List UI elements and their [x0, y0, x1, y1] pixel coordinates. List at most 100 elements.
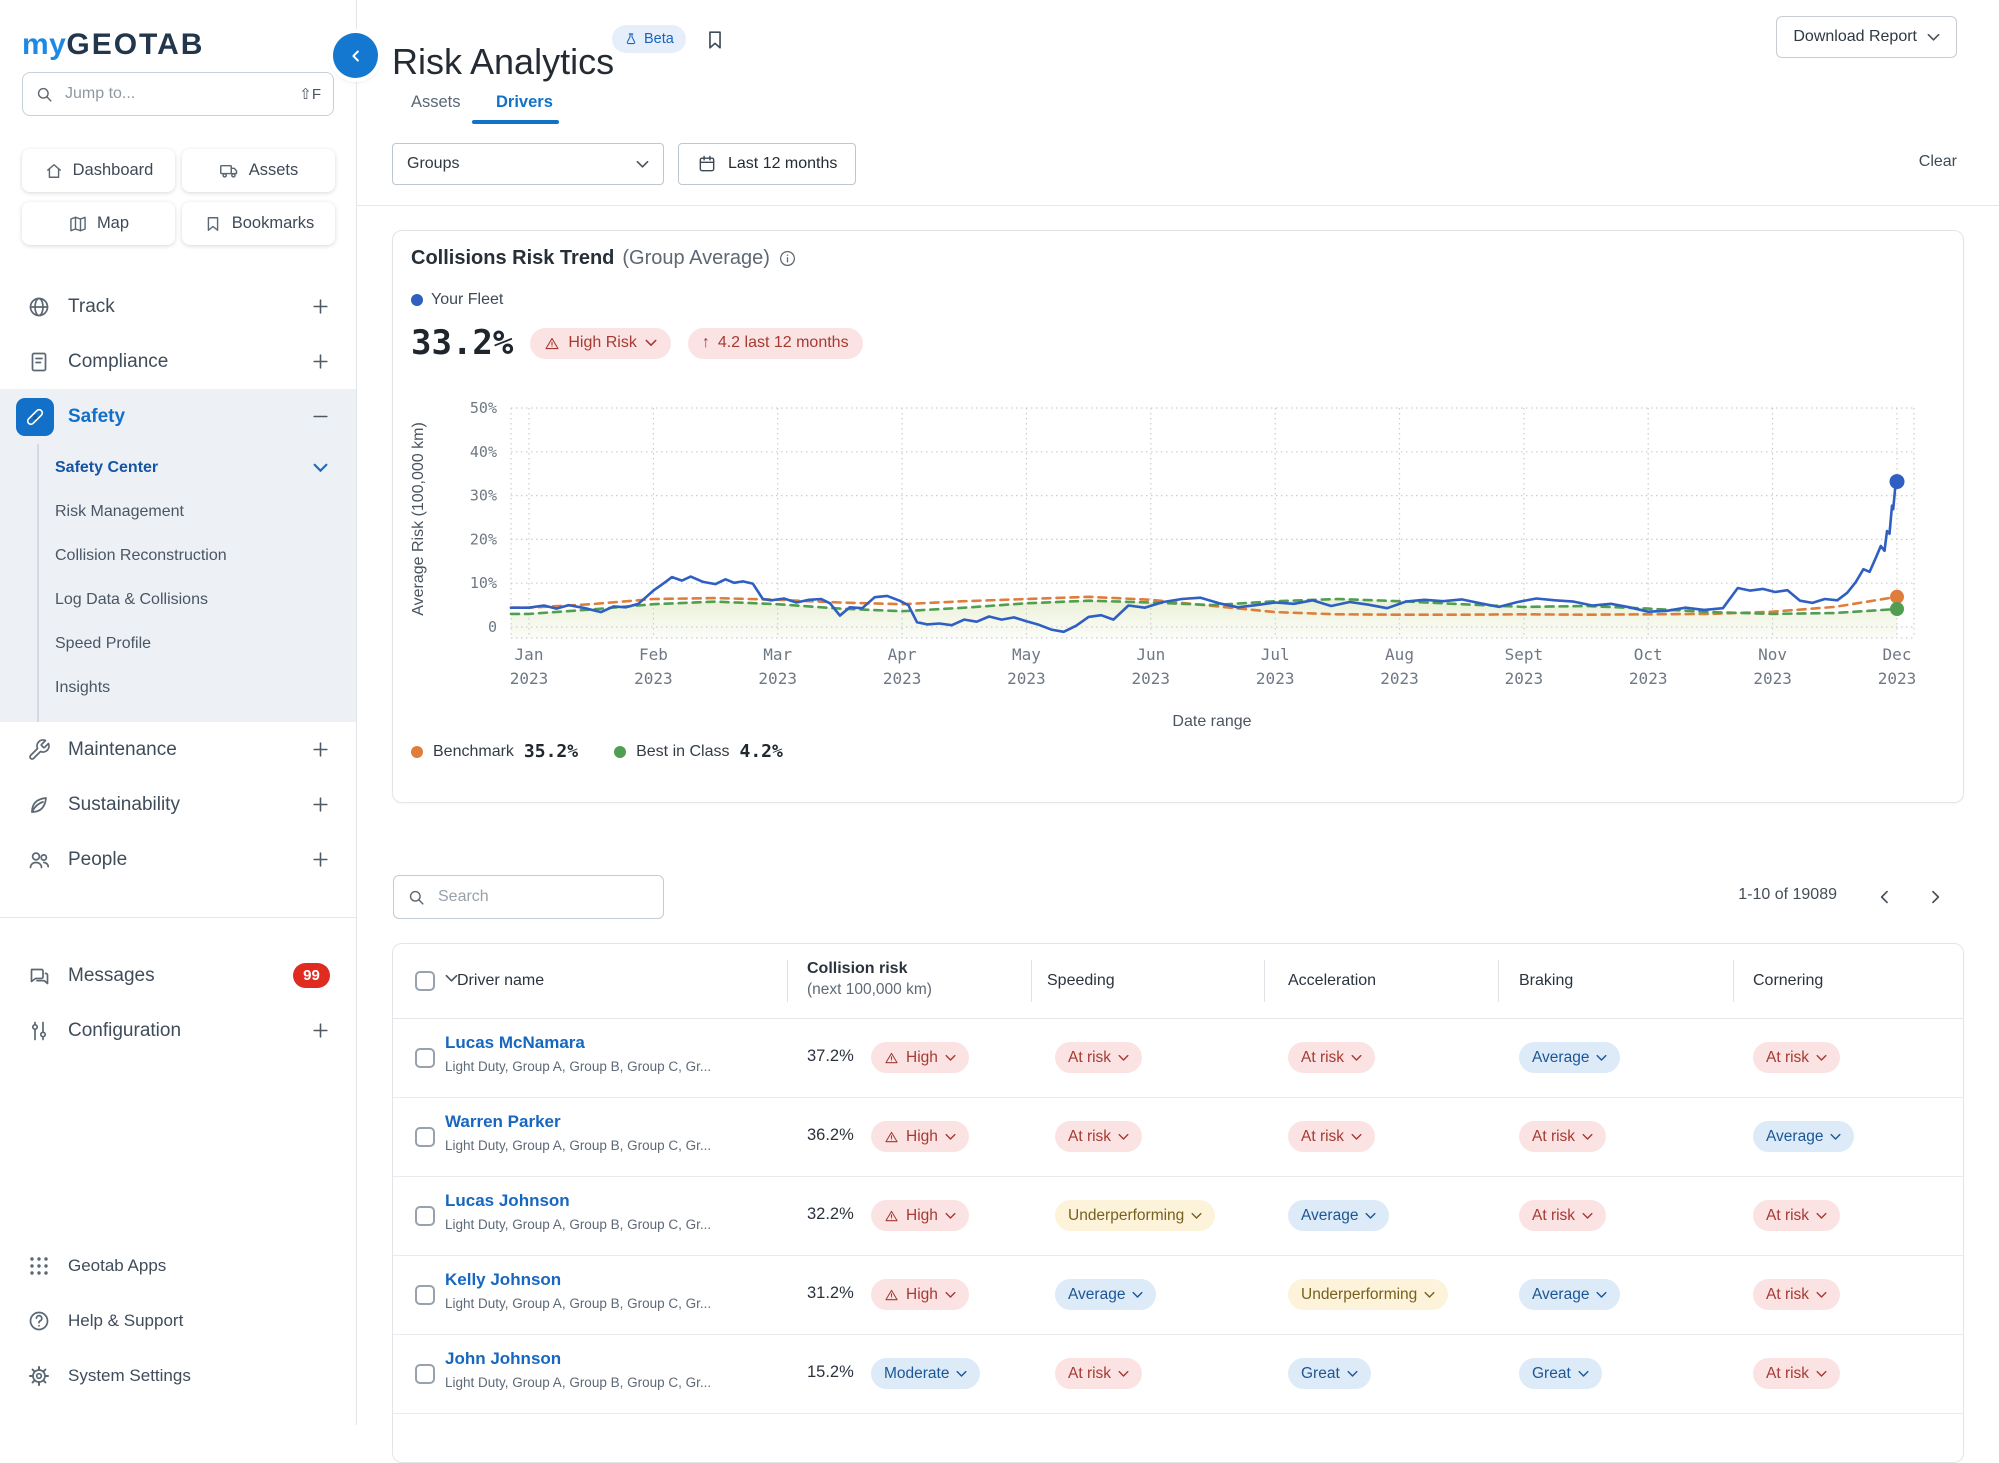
bandage-icon [16, 398, 54, 436]
collision-risk-level-badge[interactable]: High [871, 1121, 969, 1152]
tab-drivers[interactable]: Drivers [490, 92, 559, 113]
sidebar-item-safety-center[interactable]: Safety Center [39, 446, 356, 490]
sidebar-item-help-support[interactable]: Help & Support [0, 1293, 356, 1348]
expand-section-button[interactable] [311, 795, 330, 814]
sidebar-item-system-settings[interactable]: System Settings [0, 1348, 356, 1403]
sidebar-item-collision-reconstruction[interactable]: Collision Reconstruction [39, 534, 356, 578]
expand-section-button[interactable] [311, 740, 330, 759]
leaf-icon [27, 793, 51, 817]
cornering-badge[interactable]: At risk [1753, 1200, 1840, 1231]
collapse-section-button[interactable] [311, 407, 330, 426]
wrench-glyph [27, 738, 51, 762]
sidebar-item-speed-profile[interactable]: Speed Profile [39, 622, 356, 666]
cornering-badge[interactable]: At risk [1753, 1042, 1840, 1073]
jump-to-input[interactable] [63, 84, 290, 104]
expand-section-button[interactable] [311, 1021, 330, 1040]
acceleration-badge[interactable]: Average [1288, 1200, 1389, 1231]
sidebar-item-track[interactable]: Track [0, 279, 356, 334]
driver-name-link[interactable]: John Johnson [445, 1349, 561, 1368]
row-checkbox[interactable] [415, 1127, 435, 1147]
sidebar-item-log-data-collisions[interactable]: Log Data & Collisions [39, 578, 356, 622]
sidebar-item-messages[interactable]: Messages 99 [0, 948, 356, 1003]
sidebar-item-compliance[interactable]: Compliance [0, 334, 356, 389]
badge-label: At risk [1766, 1207, 1809, 1225]
badge-label: At risk [1766, 1049, 1809, 1067]
braking-badge[interactable]: At risk [1519, 1200, 1606, 1231]
chevron-down-icon [1816, 1212, 1827, 1220]
plus-icon [311, 795, 330, 814]
download-report-button[interactable]: Download Report [1776, 16, 1957, 58]
cornering-badge[interactable]: At risk [1753, 1358, 1840, 1389]
svg-text:2023: 2023 [634, 669, 673, 688]
sidebar-item-label: Safety Center [55, 459, 313, 477]
svg-text:May: May [1012, 645, 1041, 664]
table-search[interactable] [393, 875, 664, 919]
speeding-badge[interactable]: At risk [1055, 1358, 1142, 1389]
cornering-badge[interactable]: Average [1753, 1121, 1854, 1152]
collision-risk-level-badge[interactable]: Moderate [871, 1358, 980, 1389]
driver-name-link[interactable]: Lucas Johnson [445, 1191, 570, 1210]
speeding-badge[interactable]: At risk [1055, 1121, 1142, 1152]
sidebar-item-maintenance[interactable]: Maintenance [0, 722, 356, 777]
bookmark-page-button[interactable] [702, 26, 728, 54]
row-checkbox[interactable] [415, 1048, 435, 1068]
driver-name-link[interactable]: Lucas McNamara [445, 1033, 585, 1052]
row-checkbox[interactable] [415, 1364, 435, 1384]
tile-map[interactable]: Map [22, 202, 175, 245]
date-range-button[interactable]: Last 12 months [678, 143, 856, 185]
beta-label: Beta [644, 31, 674, 47]
collision-risk-level-badge[interactable]: High [871, 1042, 969, 1073]
tile-bookmarks[interactable]: Bookmarks [182, 202, 335, 245]
braking-badge[interactable]: Great [1519, 1358, 1602, 1389]
sidebar-item-insights[interactable]: Insights [39, 666, 356, 710]
driver-name-link[interactable]: Kelly Johnson [445, 1270, 561, 1289]
sidebar-item-configuration[interactable]: Configuration [0, 1003, 356, 1058]
expand-section-button[interactable] [311, 850, 330, 869]
tile-assets[interactable]: Assets [182, 149, 335, 192]
row-checkbox[interactable] [415, 1206, 435, 1226]
sidebar-item-sustainability[interactable]: Sustainability [0, 777, 356, 832]
expand-section-button[interactable] [311, 297, 330, 316]
badge-label: Average [1532, 1049, 1589, 1067]
sidebar-item-people[interactable]: People [0, 832, 356, 887]
select-all-checkbox[interactable] [415, 971, 435, 991]
sidebar-item-safety[interactable]: Safety [0, 389, 356, 444]
tab-assets[interactable]: Assets [405, 92, 467, 113]
acceleration-badge[interactable]: Underperforming [1288, 1279, 1448, 1310]
expand-section-button[interactable] [311, 352, 330, 371]
badge-label: Great [1301, 1365, 1340, 1383]
row-checkbox[interactable] [415, 1285, 435, 1305]
people-icon [27, 848, 51, 872]
acceleration-badge[interactable]: At risk [1288, 1121, 1375, 1152]
pagination-prev-button[interactable] [1871, 883, 1899, 911]
trend-label: 4.2 last 12 months [718, 334, 849, 352]
risk-level-dropdown[interactable]: High Risk [530, 328, 670, 359]
braking-badge[interactable]: At risk [1519, 1121, 1606, 1152]
acceleration-badge[interactable]: At risk [1288, 1042, 1375, 1073]
sidebar-item-geotab-apps[interactable]: Geotab Apps [0, 1238, 356, 1293]
braking-badge[interactable]: Average [1519, 1042, 1620, 1073]
tile-dashboard[interactable]: Dashboard [22, 149, 175, 192]
speeding-badge[interactable]: Underperforming [1055, 1200, 1215, 1231]
info-icon[interactable] [778, 249, 797, 268]
sidebar-item-label: Risk Management [55, 503, 328, 521]
sidebar-collapse-button[interactable] [333, 33, 378, 78]
plus-icon [311, 740, 330, 759]
svg-text:2023: 2023 [883, 669, 922, 688]
speeding-badge[interactable]: Average [1055, 1279, 1156, 1310]
table-search-input[interactable] [436, 887, 650, 907]
collision-risk-level-badge[interactable]: High [871, 1200, 969, 1231]
speeding-badge[interactable]: At risk [1055, 1042, 1142, 1073]
groups-filter-select[interactable]: Groups [392, 143, 664, 185]
arrow-up-icon: ↑ [702, 334, 710, 352]
clear-filters-link[interactable]: Clear [1919, 153, 1957, 171]
acceleration-badge[interactable]: Great [1288, 1358, 1371, 1389]
sidebar-item-risk-management[interactable]: Risk Management [39, 490, 356, 534]
driver-name-link[interactable]: Warren Parker [445, 1112, 561, 1131]
help-icon [27, 1309, 51, 1333]
collision-risk-level-badge[interactable]: High [871, 1279, 969, 1310]
pagination-next-button[interactable] [1921, 883, 1949, 911]
jump-to-search[interactable]: ⇧F [22, 72, 334, 116]
braking-badge[interactable]: Average [1519, 1279, 1620, 1310]
cornering-badge[interactable]: At risk [1753, 1279, 1840, 1310]
